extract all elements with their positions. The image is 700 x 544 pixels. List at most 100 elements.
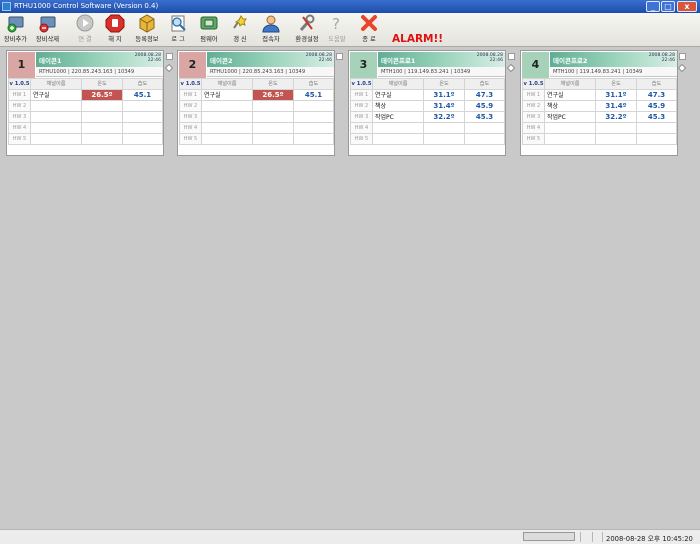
hw-label: HW 2	[179, 100, 202, 112]
table-row[interactable]: HW 3 작업PC 32.2º 45.3	[350, 111, 505, 123]
table-row[interactable]: HW 2 책상 31.4º 45.9	[350, 100, 505, 112]
hw-label: HW 2	[522, 100, 545, 112]
column-header-channel: 채널이름	[372, 78, 424, 90]
device-name: 데이콘2	[210, 57, 233, 65]
channel-name	[201, 133, 253, 145]
humidity-value: 45.9	[636, 100, 677, 112]
hw-label: HW 4	[179, 122, 202, 134]
table-row[interactable]: HW 2	[179, 100, 334, 112]
panel-header: 데이콘프로1 2008.08.28 22:46	[378, 52, 505, 67]
table-row[interactable]: HW 2	[8, 100, 163, 112]
table-header: v 1.0.5 채널이름 온도 습도	[179, 78, 334, 90]
column-header-channel: 채널이름	[544, 78, 596, 90]
table-row[interactable]: HW 5	[8, 133, 163, 145]
users-button[interactable]: 접속자	[258, 14, 284, 44]
table-row[interactable]: HW 4	[350, 122, 505, 134]
channel-name	[201, 111, 253, 123]
humidity-value	[464, 133, 505, 145]
add-device-icon	[7, 16, 23, 33]
channel-name: 연구실	[201, 89, 253, 101]
properties-button[interactable]: 등록정보	[133, 14, 161, 44]
column-header-humidity: 습도	[122, 78, 163, 90]
hw-label: HW 3	[522, 111, 545, 123]
panel-2-checkbox[interactable]	[336, 53, 343, 60]
temperature-value	[252, 100, 294, 112]
panel-number: 2	[179, 52, 206, 78]
column-header-temperature: 온도	[81, 78, 123, 90]
temperature-value: 31.4º	[423, 100, 465, 112]
panel-3-checkbox[interactable]	[508, 53, 515, 60]
device-panel-4[interactable]: 4 데이콘프로2 2008.08.28 22:46 MTH100 | 119.14…	[520, 50, 678, 156]
temperature-value	[595, 122, 637, 134]
log-icon	[171, 15, 186, 32]
device-panel-2[interactable]: 2 데이콘2 2008.08.28 22:46 RTHU1000 | 220.85…	[177, 50, 335, 156]
maximize-button[interactable]: □	[661, 1, 675, 12]
help-icon: ?	[332, 15, 340, 33]
log-button[interactable]: 로 그	[166, 14, 190, 44]
connection-info: MTH100 | 119.149.83.241 | 10349	[378, 67, 505, 77]
channel-name	[30, 133, 82, 145]
channel-name: 연구실	[372, 89, 424, 101]
hw-label: HW 4	[8, 122, 31, 134]
table-row[interactable]: HW 5	[522, 133, 677, 145]
exit-button[interactable]: 종 료	[357, 14, 381, 44]
panel-4-diamond-icon[interactable]	[677, 63, 687, 73]
version-label: v 1.0.5	[179, 78, 202, 90]
hw-label: HW 2	[350, 100, 373, 112]
humidity-value: 47.3	[464, 89, 505, 101]
panel-4-checkbox[interactable]	[679, 53, 686, 60]
table-row[interactable]: HW 4	[179, 122, 334, 134]
panel-1-checkbox[interactable]	[166, 53, 173, 60]
version-label: v 1.0.5	[8, 78, 31, 90]
disconnect-button[interactable]: 해 지	[103, 14, 127, 44]
humidity-value	[122, 100, 163, 112]
status-datetime: 2008-08-28 오후 10:45:20	[606, 535, 693, 543]
table-row[interactable]: HW 2 책상 31.4º 45.9	[522, 100, 677, 112]
table-row[interactable]: HW 1 연구실 26.5º 45.1	[179, 89, 334, 101]
table-row[interactable]: HW 5	[179, 133, 334, 145]
minimize-button[interactable]: _	[646, 1, 660, 12]
toolbar: 장비추가 장비삭제 연 결 해 지 등록정보 로 그 펌웨어 갱 신 접속자 환…	[0, 13, 700, 47]
table-row[interactable]: HW 1 연구실 31.1º 47.3	[522, 89, 677, 101]
panel-number: 1	[8, 52, 35, 78]
delete-device-icon	[39, 16, 55, 33]
table-row[interactable]: HW 4	[8, 122, 163, 134]
device-panel-1[interactable]: 1 데이콘1 2008.08.28 22:46 RTHU1000 | 220.85…	[6, 50, 164, 156]
table-row[interactable]: HW 5	[350, 133, 505, 145]
help-button[interactable]: ? 도움말	[325, 14, 349, 44]
device-panel-3[interactable]: 3 데이콘프로1 2008.08.28 22:46 MTH100 | 119.14…	[348, 50, 506, 156]
connect-button[interactable]: 연 결	[73, 14, 97, 44]
table-header: v 1.0.5 채널이름 온도 습도	[8, 78, 163, 90]
humidity-value: 45.3	[464, 111, 505, 123]
humidity-value	[122, 111, 163, 123]
humidity-value	[293, 100, 334, 112]
panel-1-diamond-icon[interactable]	[164, 63, 174, 73]
table-row[interactable]: HW 1 연구실 26.5º 45.1	[8, 89, 163, 101]
channel-table: v 1.0.5 채널이름 온도 습도 HW 1 연구실 31.1º 47.3 HW 2…	[522, 78, 677, 145]
temperature-value	[423, 122, 465, 134]
add-device-button[interactable]: 장비추가	[2, 14, 29, 44]
humidity-value: 47.3	[636, 89, 677, 101]
channel-name	[372, 122, 424, 134]
settings-button[interactable]: 환경설정	[292, 14, 322, 44]
temperature-value	[595, 133, 637, 145]
connection-info: RTHU1000 | 220.85.243.163 | 10349	[207, 67, 334, 77]
window-title: RTHU1000 Control Software (Version 0.4)	[14, 2, 159, 10]
delete-device-button[interactable]: 장비삭제	[34, 14, 61, 44]
firmware-button[interactable]: 펌웨어	[197, 14, 221, 44]
table-row[interactable]: HW 3	[8, 111, 163, 123]
table-row[interactable]: HW 3 작업PC 32.2º 45.3	[522, 111, 677, 123]
table-row[interactable]: HW 1 연구실 31.1º 47.3	[350, 89, 505, 101]
temperature-value	[81, 100, 123, 112]
hw-label: HW 1	[8, 89, 31, 101]
panel-3-diamond-icon[interactable]	[506, 63, 516, 73]
firmware-icon	[200, 16, 218, 30]
channel-table: v 1.0.5 채널이름 온도 습도 HW 1 연구실 26.5º 45.1 HW 2…	[8, 78, 163, 145]
humidity-value	[636, 122, 677, 134]
close-button[interactable]: x	[677, 1, 697, 12]
channel-name	[30, 111, 82, 123]
temperature-value: 26.5º	[81, 89, 123, 101]
refresh-button[interactable]: 갱 신	[229, 14, 251, 44]
table-row[interactable]: HW 4	[522, 122, 677, 134]
table-row[interactable]: HW 3	[179, 111, 334, 123]
